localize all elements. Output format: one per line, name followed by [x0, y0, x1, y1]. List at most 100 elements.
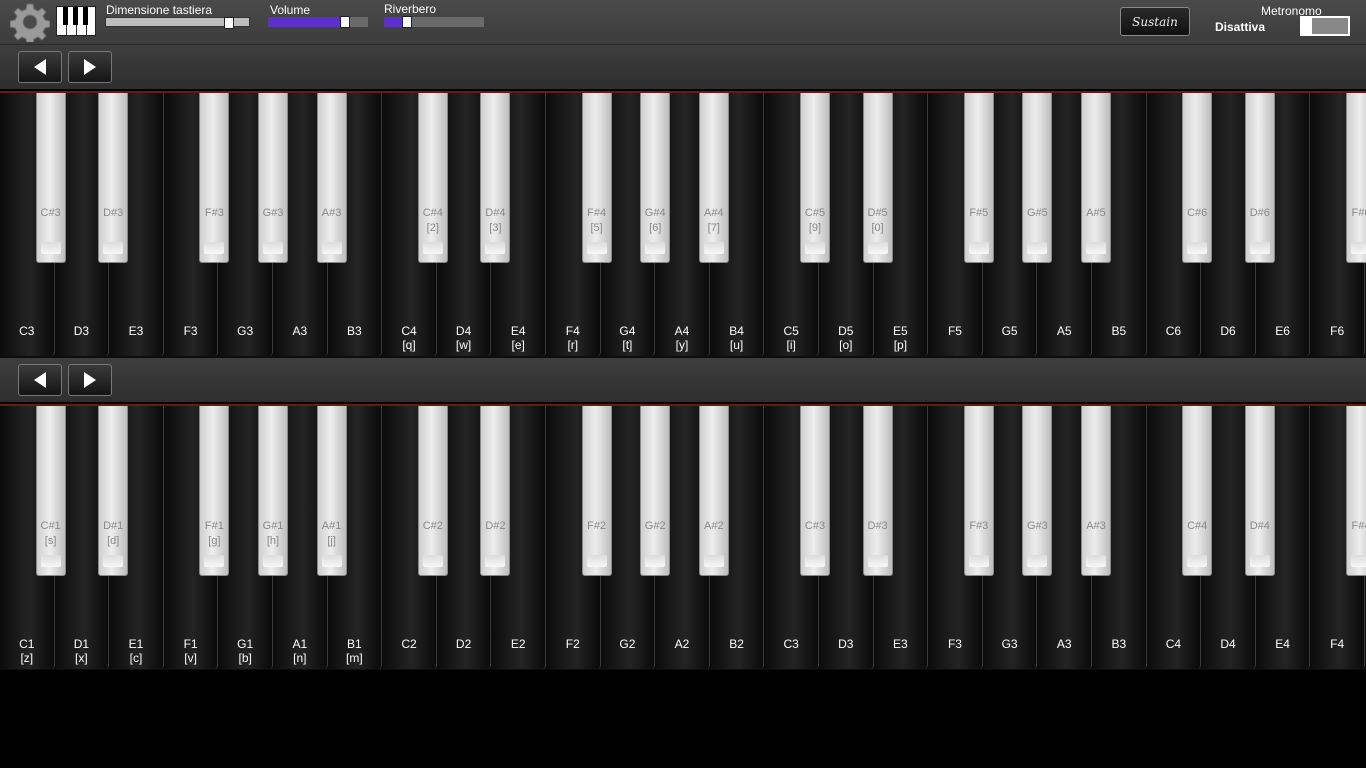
- volume-label: Volume: [270, 3, 311, 17]
- black-key[interactable]: F#6: [1346, 93, 1366, 263]
- volume-slider-thumb[interactable]: [340, 16, 350, 28]
- white-key-label: F3: [928, 637, 982, 651]
- black-key-label: C#4 [2]: [419, 206, 447, 236]
- note-name: G#3: [262, 207, 284, 219]
- note-name: G4: [619, 324, 636, 338]
- black-key[interactable]: D#2: [480, 406, 511, 576]
- black-key[interactable]: A#4 [7]: [698, 93, 729, 263]
- note-name: F3: [947, 637, 962, 651]
- black-key[interactable]: A#3: [1081, 406, 1111, 576]
- note-name: F6: [1330, 324, 1345, 338]
- keyboard1-scroll-left-button[interactable]: [18, 51, 62, 83]
- note-name: G1: [237, 637, 254, 651]
- keyboard2-scroll-left-button[interactable]: [18, 364, 62, 396]
- empty-area: [0, 670, 1366, 768]
- keyboard-size-slider[interactable]: [105, 17, 250, 29]
- keyboard1-scroll-right-button[interactable]: [68, 51, 112, 83]
- black-key[interactable]: C#5 [9]: [800, 93, 830, 263]
- black-key[interactable]: G#1 [h]: [258, 406, 288, 576]
- black-key[interactable]: F#1 [g]: [199, 406, 230, 576]
- black-key[interactable]: D#3: [98, 93, 129, 263]
- black-key[interactable]: C#1 [s]: [35, 406, 66, 576]
- metronome-toggle[interactable]: [1300, 16, 1350, 36]
- key-shortcut: [7]: [707, 222, 720, 234]
- black-key-label: D#4: [1246, 519, 1274, 534]
- black-key[interactable]: F#5: [963, 93, 994, 263]
- black-key[interactable]: C#2: [417, 406, 448, 576]
- black-key[interactable]: D#6: [1244, 93, 1275, 263]
- white-key-label: E1 [c]: [109, 637, 163, 665]
- black-key[interactable]: F#3: [199, 93, 230, 263]
- keyboard-size-slider-thumb[interactable]: [224, 17, 235, 29]
- reverb-slider[interactable]: [384, 16, 484, 28]
- piano-keyboard-icon[interactable]: [56, 6, 96, 36]
- black-key[interactable]: D#1 [d]: [98, 406, 129, 576]
- white-key-label: C1 [z]: [0, 637, 54, 665]
- black-key[interactable]: A#2: [698, 406, 729, 576]
- note-name: D6: [1220, 324, 1236, 338]
- black-key[interactable]: F#4: [1346, 406, 1366, 576]
- key-shortcut: [v]: [184, 651, 197, 665]
- settings-gear-icon[interactable]: [10, 2, 50, 42]
- keyboard2-scroll-right-button[interactable]: [68, 364, 112, 396]
- keyboard1: C3 D3 E3 F3 G3 A3 B3 C4 [q] D4 [w] E4 [e] F4 [r] G4 [t] A…: [0, 91, 1366, 358]
- note-name: A4: [674, 324, 690, 338]
- note-name: F#6: [1351, 207, 1366, 219]
- reverb-slider-thumb[interactable]: [402, 16, 412, 28]
- black-key[interactable]: C#4 [2]: [417, 93, 448, 263]
- key-highlight: [968, 242, 989, 254]
- white-key-label: D3: [55, 324, 109, 338]
- black-key[interactable]: G#3: [1022, 406, 1053, 576]
- white-key-label: A4 [y]: [655, 324, 709, 352]
- note-name: D#2: [485, 520, 506, 532]
- black-key[interactable]: F#2: [581, 406, 612, 576]
- note-name: D3: [73, 324, 90, 338]
- black-key-label: G#2: [641, 519, 669, 534]
- key-highlight: [103, 242, 124, 254]
- black-key-label: C#5 [9]: [801, 206, 829, 236]
- black-key-label: G#4 [6]: [641, 206, 669, 236]
- black-key[interactable]: C#3: [35, 93, 66, 263]
- black-key[interactable]: D#4: [1244, 406, 1275, 576]
- black-key[interactable]: C#3: [800, 406, 830, 576]
- note-name: B2: [729, 637, 744, 651]
- black-key-label: F#1 [g]: [200, 519, 228, 549]
- key-shortcut: [e]: [511, 338, 525, 352]
- key-highlight: [1249, 242, 1270, 254]
- sustain-button[interactable]: Sustain: [1120, 7, 1190, 36]
- black-key[interactable]: C#4: [1182, 406, 1213, 576]
- note-name: F#3: [969, 520, 989, 532]
- note-name: G2: [619, 637, 636, 651]
- note-name: A3: [1056, 637, 1072, 651]
- black-key[interactable]: C#6: [1182, 93, 1213, 263]
- black-key[interactable]: G#5: [1022, 93, 1053, 263]
- black-key[interactable]: F#4 [5]: [581, 93, 612, 263]
- key-highlight: [1027, 555, 1048, 567]
- black-key-label: G#1 [h]: [259, 519, 287, 549]
- black-key[interactable]: A#5: [1081, 93, 1111, 263]
- black-key[interactable]: A#1 [j]: [316, 406, 347, 576]
- key-shortcut: [5]: [590, 222, 603, 234]
- key-shortcut: [c]: [129, 651, 143, 665]
- white-key-label: A1 [n]: [273, 637, 327, 665]
- note-name: B4: [729, 324, 744, 338]
- black-key[interactable]: A#3: [316, 93, 347, 263]
- black-key-label: C#3: [801, 519, 829, 534]
- black-key[interactable]: D#5 [0]: [862, 93, 893, 263]
- note-name: A#2: [704, 520, 724, 532]
- key-highlight: [485, 242, 506, 254]
- note-name: E1: [128, 637, 144, 651]
- volume-slider[interactable]: [268, 16, 368, 28]
- note-name: C1: [19, 637, 35, 651]
- black-key[interactable]: G#2: [640, 406, 671, 576]
- black-key[interactable]: D#4 [3]: [480, 93, 511, 263]
- note-name: B3: [1111, 637, 1127, 651]
- black-key[interactable]: G#4 [6]: [640, 93, 671, 263]
- black-key[interactable]: G#3: [258, 93, 288, 263]
- black-key[interactable]: F#3: [963, 406, 994, 576]
- black-key-label: F#3: [200, 206, 228, 221]
- white-key-label: E3: [109, 324, 163, 338]
- black-key-label: C#2: [419, 519, 447, 534]
- white-key-label: F4 [r]: [546, 324, 600, 352]
- black-key[interactable]: D#3: [862, 406, 893, 576]
